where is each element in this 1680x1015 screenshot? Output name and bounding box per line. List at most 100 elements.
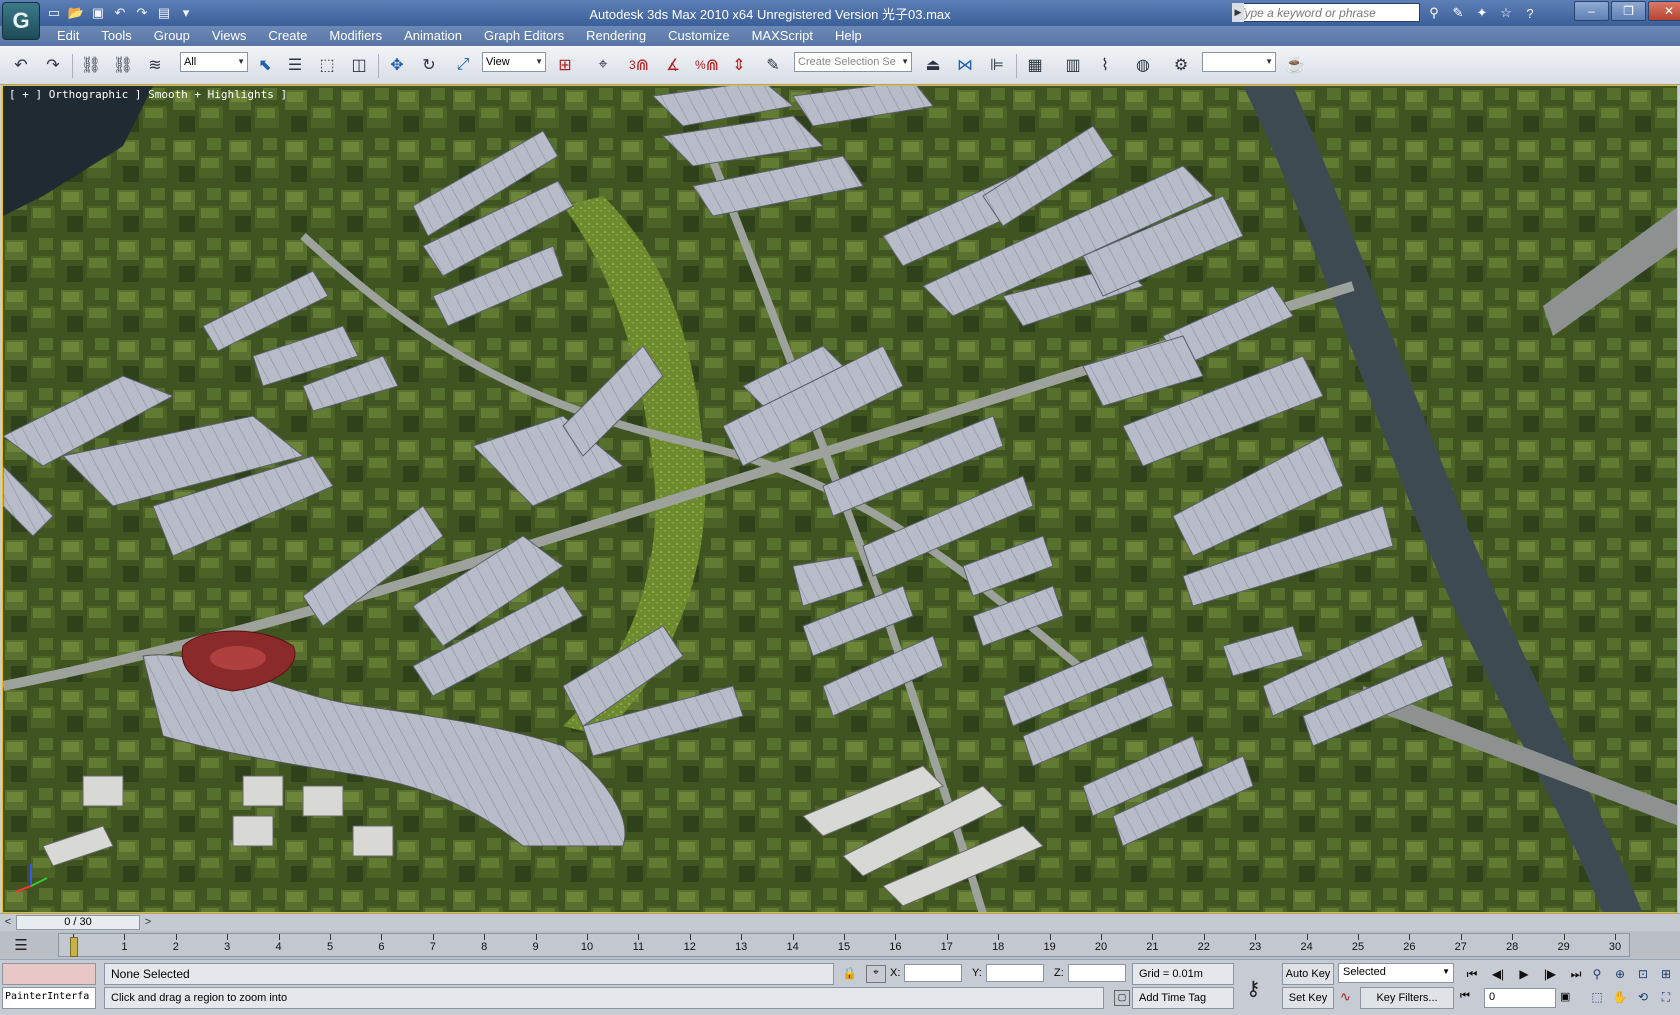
x-coordinate-field[interactable] — [904, 964, 962, 982]
pan-icon[interactable]: ✋ — [1609, 986, 1631, 1008]
zoom-extents-icon[interactable]: ⊡ — [1632, 963, 1654, 985]
menu-rendering[interactable]: Rendering — [575, 26, 657, 46]
subscription-icon[interactable]: ✎ — [1448, 3, 1468, 23]
project-folder-icon[interactable]: ▤ — [154, 3, 174, 23]
close-button[interactable]: ✕ — [1648, 1, 1680, 21]
z-coordinate-field[interactable] — [1068, 964, 1126, 982]
chevron-down-icon[interactable]: ▾ — [176, 3, 196, 23]
angle-snap-icon[interactable]: ∡ — [662, 54, 684, 76]
go-to-end-icon[interactable]: ⏭ — [1564, 964, 1588, 984]
select-by-name-icon[interactable]: ☰ — [284, 54, 306, 76]
layer-manager-icon[interactable]: ▦ — [1024, 54, 1046, 76]
menu-modifiers[interactable]: Modifiers — [318, 26, 393, 46]
menu-create[interactable]: Create — [257, 26, 318, 46]
play-icon[interactable]: ▶ — [1512, 964, 1536, 984]
select-and-move-icon[interactable]: ✥ — [386, 54, 408, 76]
current-frame-field[interactable]: 0 — [1484, 988, 1556, 1008]
zoom-icon[interactable]: ⚲ — [1586, 963, 1608, 985]
key-mode-toggle-icon[interactable]: ⏮ — [1460, 990, 1478, 1006]
menu-customize[interactable]: Customize — [657, 26, 740, 46]
bind-space-warp-icon[interactable]: ≋ — [144, 54, 166, 76]
material-editor-icon[interactable]: ◍ — [1132, 54, 1154, 76]
app-logo-button[interactable]: G — [2, 2, 40, 40]
menu-edit[interactable]: Edit — [46, 26, 90, 46]
search-input[interactable]: Type a keyword or phrase — [1232, 3, 1420, 22]
select-object-icon[interactable]: ⬉ — [254, 54, 276, 76]
undo-icon[interactable]: ↶ — [10, 54, 32, 76]
maxscript-listener-input[interactable]: PainterInterfa — [2, 987, 96, 1009]
favorites-star-icon[interactable]: ☆ — [1496, 3, 1516, 23]
menu-group[interactable]: Group — [143, 26, 201, 46]
spinner-snap-icon[interactable]: ⇕ — [728, 54, 750, 76]
mirror-icon[interactable]: ⋈ — [954, 54, 976, 76]
menu-maxscript[interactable]: MAXScript — [741, 26, 824, 46]
current-frame-marker[interactable] — [70, 937, 78, 957]
select-and-scale-icon[interactable]: ⤢ — [452, 54, 474, 76]
set-key-icon[interactable]: ⚷ — [1246, 976, 1274, 1000]
lock-selection-icon[interactable]: 🔒 — [842, 966, 857, 980]
graphite-ribbon-icon[interactable]: ▥ — [1062, 54, 1084, 76]
percent-snap-icon[interactable]: % ⋒ — [695, 54, 719, 76]
render-preset-dropdown[interactable]: ▼ — [1202, 52, 1276, 72]
default-in-out-tangent-icon[interactable]: ∿ — [1340, 989, 1356, 1005]
new-icon[interactable]: ▭ — [44, 3, 64, 23]
search-expand-icon[interactable]: ▶ — [1232, 3, 1244, 22]
perspective-viewport[interactable]: [ + ] Orthographic ] Smooth + Highlights… — [2, 85, 1678, 913]
key-mode-dropdown[interactable]: Selected ▼ — [1338, 963, 1454, 983]
select-and-link-icon[interactable]: ⛓ — [80, 54, 102, 76]
open-icon[interactable]: 📂 — [66, 3, 86, 23]
named-selection-sets-icon[interactable]: ⏏ — [922, 54, 944, 76]
maximize-viewport-icon[interactable]: ⛶ — [1655, 986, 1677, 1008]
menu-graph-editors[interactable]: Graph Editors — [473, 26, 575, 46]
restore-button[interactable]: ❐ — [1611, 1, 1646, 21]
selection-filter-dropdown[interactable]: All ▼ — [180, 52, 248, 72]
track-ruler[interactable]: 0123456789101112131415161718192021222324… — [58, 933, 1630, 957]
maxscript-mini-listener[interactable] — [2, 963, 96, 985]
undo-icon[interactable]: ↶ — [110, 3, 130, 23]
comm-center-icon[interactable]: ✦ — [1472, 3, 1492, 23]
pivot-center-icon[interactable]: ⊞ — [554, 54, 576, 76]
save-icon[interactable]: ▣ — [88, 3, 108, 23]
rectangular-selection-icon[interactable]: ⬚ — [316, 54, 338, 76]
next-frame-icon[interactable]: |▶ — [1538, 964, 1562, 984]
help-icon[interactable]: ? — [1520, 3, 1540, 23]
curve-editor-icon[interactable]: ⌇ — [1094, 54, 1116, 76]
unlink-icon[interactable]: ⛓ — [112, 54, 134, 76]
render-production-icon[interactable]: ☕ — [1284, 54, 1306, 76]
binoculars-icon[interactable]: ⚲ — [1424, 3, 1444, 23]
align-icon[interactable]: ⊫ — [986, 54, 1008, 76]
time-slider-next-button[interactable]: > — [142, 915, 154, 929]
zoom-region-icon[interactable]: ⬚ — [1586, 986, 1608, 1008]
y-coordinate-field[interactable] — [986, 964, 1044, 982]
manipulate-icon[interactable]: ⌖ — [592, 54, 614, 76]
redo-icon[interactable]: ↷ — [42, 54, 64, 76]
viewport-label[interactable]: [ + ] Orthographic ] Smooth + Highlights… — [9, 88, 287, 101]
time-tag-icon[interactable]: ▢ — [1114, 990, 1130, 1006]
menu-tools[interactable]: Tools — [90, 26, 142, 46]
minimize-button[interactable]: – — [1574, 1, 1609, 21]
window-crossing-icon[interactable]: ◫ — [348, 54, 370, 76]
add-time-tag-button[interactable]: Add Time Tag — [1132, 987, 1234, 1009]
absolute-mode-icon[interactable]: ⌖ — [866, 965, 886, 983]
menu-animation[interactable]: Animation — [393, 26, 473, 46]
named-selection-dropdown[interactable]: Create Selection Se ▼ — [794, 52, 912, 72]
auto-key-button[interactable]: Auto Key — [1282, 963, 1334, 985]
time-configuration-icon[interactable]: ▣ — [1560, 990, 1576, 1006]
menu-help[interactable]: Help — [824, 26, 873, 46]
go-to-start-icon[interactable]: ⏮ — [1460, 964, 1484, 984]
select-and-rotate-icon[interactable]: ↻ — [418, 54, 440, 76]
reference-coordinate-dropdown[interactable]: View ▼ — [482, 52, 546, 72]
set-key-button[interactable]: Set Key — [1282, 987, 1334, 1009]
zoom-extents-all-icon[interactable]: ⊞ — [1655, 963, 1677, 985]
render-setup-icon[interactable]: ⚙ — [1170, 54, 1192, 76]
key-filters-button[interactable]: Key Filters... — [1360, 987, 1454, 1009]
time-slider-thumb[interactable]: 0 / 30 — [16, 915, 140, 930]
redo-icon[interactable]: ↷ — [132, 3, 152, 23]
previous-frame-icon[interactable]: ◀| — [1486, 964, 1510, 984]
mini-curve-editor-icon[interactable]: ☰ — [8, 936, 34, 954]
snaps-toggle-icon[interactable]: 3 ⋒ — [628, 54, 650, 76]
orbit-icon[interactable]: ⟲ — [1632, 986, 1654, 1008]
menu-views[interactable]: Views — [201, 26, 257, 46]
edit-named-selections-icon[interactable]: ✎ — [762, 54, 784, 76]
time-slider-prev-button[interactable]: < — [2, 915, 14, 929]
